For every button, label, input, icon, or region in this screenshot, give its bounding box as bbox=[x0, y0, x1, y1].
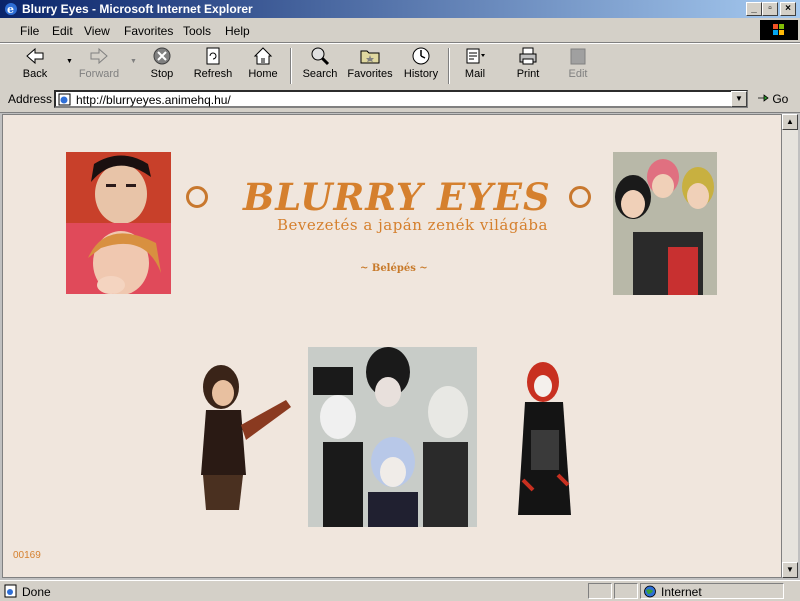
menu-favorites[interactable]: Favorites bbox=[124, 24, 173, 38]
address-input[interactable]: http://blurryeyes.animehq.hu/ bbox=[54, 90, 748, 108]
home-button[interactable]: Home bbox=[244, 46, 282, 86]
photo-group-top-right bbox=[613, 152, 717, 295]
site-title: BLURRY EYES bbox=[243, 175, 551, 219]
enter-link[interactable]: ~ Belépés ~ bbox=[360, 263, 428, 274]
print-button[interactable]: Print bbox=[512, 46, 544, 86]
favorites-folder-icon bbox=[360, 50, 380, 64]
scroll-up-icon[interactable]: ▲ bbox=[782, 114, 798, 130]
visitor-counter: 00169 bbox=[13, 550, 41, 561]
ring-right-icon bbox=[569, 186, 591, 208]
maximize-button[interactable]: ▫ bbox=[762, 2, 778, 16]
menu-bar: File Edit View Favorites Tools Help bbox=[0, 18, 800, 43]
menu-file[interactable]: File bbox=[20, 24, 39, 38]
toolbar: Back ▼ Forward ▼ Stop Refresh Home Searc… bbox=[0, 43, 800, 89]
security-zone: Internet bbox=[640, 583, 784, 599]
photo-gothic-figure bbox=[513, 360, 579, 518]
site-subtitle: Bevezetés a japán zenék világába bbox=[277, 216, 548, 234]
back-button[interactable]: Back bbox=[10, 46, 60, 86]
address-url: http://blurryeyes.animehq.hu/ bbox=[76, 93, 231, 107]
home-icon bbox=[253, 47, 273, 65]
photo-band-group bbox=[308, 347, 477, 527]
title-bar: e Blurry Eyes - Microsoft Internet Explo… bbox=[0, 0, 800, 18]
refresh-icon bbox=[206, 47, 220, 65]
address-label: Address bbox=[8, 92, 53, 106]
windows-logo-icon bbox=[760, 20, 798, 40]
address-dropdown-icon[interactable]: ▼ bbox=[731, 91, 747, 107]
menu-view[interactable]: View bbox=[84, 24, 110, 38]
done-page-icon bbox=[4, 584, 17, 598]
search-icon bbox=[311, 47, 330, 66]
menu-edit[interactable]: Edit bbox=[52, 24, 73, 38]
printer-icon bbox=[519, 47, 537, 65]
favorites-button[interactable]: Favorites bbox=[346, 46, 394, 86]
page-content: BLURRY EYES Bevezetés a japán zenék vilá… bbox=[2, 114, 782, 578]
window-title: Blurry Eyes - Microsoft Internet Explore… bbox=[22, 2, 253, 16]
photo-portrait-bottom-left bbox=[66, 223, 171, 294]
close-button[interactable]: × bbox=[780, 2, 796, 16]
search-button[interactable]: Search bbox=[300, 46, 340, 86]
menu-help[interactable]: Help bbox=[225, 24, 250, 38]
scroll-down-icon[interactable]: ▼ bbox=[782, 562, 798, 578]
page-icon bbox=[58, 93, 71, 106]
globe-icon bbox=[644, 585, 656, 598]
forward-button[interactable]: Forward bbox=[74, 46, 124, 86]
vertical-scrollbar[interactable]: ▲ ▼ bbox=[782, 114, 798, 578]
status-bar: Done Internet bbox=[0, 580, 800, 601]
photo-guitarist bbox=[191, 365, 301, 513]
svg-text:e: e bbox=[7, 3, 14, 16]
stop-icon bbox=[153, 47, 171, 65]
stop-button[interactable]: Stop bbox=[142, 46, 182, 86]
minimize-button[interactable]: _ bbox=[746, 2, 762, 16]
back-dropdown-icon[interactable]: ▼ bbox=[66, 58, 73, 65]
mail-button[interactable]: Mail bbox=[458, 46, 492, 86]
forward-dropdown-icon[interactable]: ▼ bbox=[130, 58, 137, 65]
go-arrow-icon bbox=[758, 94, 769, 102]
forward-arrow-icon bbox=[90, 47, 108, 65]
edit-button[interactable]: Edit bbox=[562, 46, 594, 86]
menu-tools[interactable]: Tools bbox=[183, 24, 211, 38]
address-bar: Address http://blurryeyes.animehq.hu/ ▼ … bbox=[0, 88, 800, 113]
ring-left-icon bbox=[186, 186, 208, 208]
history-icon bbox=[412, 47, 430, 65]
ie-icon: e bbox=[5, 3, 17, 16]
refresh-button[interactable]: Refresh bbox=[190, 46, 236, 86]
back-arrow-icon bbox=[26, 47, 44, 65]
photo-portrait-top-left bbox=[66, 152, 171, 223]
mail-icon bbox=[466, 48, 485, 64]
history-button[interactable]: History bbox=[402, 46, 440, 86]
go-button[interactable]: Go bbox=[757, 92, 788, 106]
edit-page-icon bbox=[570, 48, 586, 65]
status-text: Done bbox=[22, 585, 51, 599]
